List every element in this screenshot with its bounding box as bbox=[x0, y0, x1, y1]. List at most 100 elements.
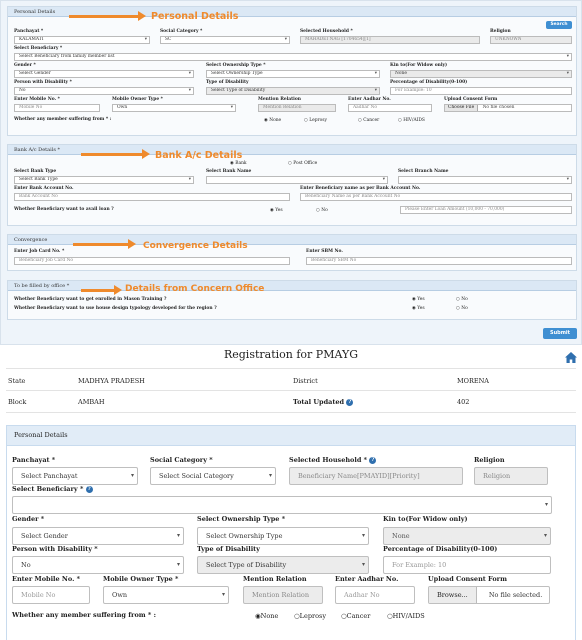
pct-disability-input[interactable]: For Example: 10 bbox=[390, 87, 572, 95]
label-house-design: Whether Beneficiary want to use house de… bbox=[14, 306, 217, 311]
choose-file-button[interactable]: Choose File bbox=[445, 105, 479, 111]
label-consent: Upload Consent Form bbox=[428, 575, 507, 583]
label-kin: Kin to(For Widow only) bbox=[383, 515, 468, 523]
radio-mason-yes[interactable]: ◉ Yes bbox=[412, 297, 425, 302]
panchayat-select[interactable]: KALAMATI bbox=[14, 36, 150, 44]
consent-file-input[interactable]: Browse... No file selected. bbox=[428, 586, 550, 604]
radio-label: Cancer bbox=[346, 612, 371, 620]
ownership-type-select[interactable]: Select Ownership Type bbox=[206, 70, 380, 78]
mobile-input[interactable]: Mobile No bbox=[14, 104, 100, 112]
type-disability-select[interactable]: Select Type of Disability bbox=[197, 556, 369, 574]
label-suffering: Whether any member suffering from * : bbox=[14, 117, 112, 122]
radio-design-no[interactable]: ○ No bbox=[456, 306, 468, 311]
radio-label: Yes bbox=[417, 297, 425, 302]
total-updated-text: Total Updated bbox=[293, 398, 345, 406]
label-consent: Upload Consent Form bbox=[444, 97, 498, 102]
label-type-disability: Type of Disability bbox=[197, 545, 260, 553]
bank-name-select[interactable] bbox=[206, 176, 388, 184]
radio-label: Cancer bbox=[363, 118, 380, 123]
personal-details-section: Personal Details Search Panchayat * Soci… bbox=[7, 6, 577, 136]
file-status: No file selected. bbox=[488, 591, 543, 599]
search-button[interactable]: Search bbox=[546, 21, 572, 29]
radio-cancer[interactable]: ○Cancer bbox=[341, 612, 370, 620]
select-beneficiary-select[interactable] bbox=[12, 496, 552, 514]
radio-label: None bbox=[260, 612, 279, 620]
info-icon[interactable]: ? bbox=[85, 485, 93, 493]
label-mobile-owner: Mobile Owner Type * bbox=[103, 575, 179, 583]
beneficiary-name-input[interactable]: Beneficiary Name as per Bank Account No bbox=[300, 193, 572, 201]
radio-label: Leprosy bbox=[299, 612, 327, 620]
radio-mason-no[interactable]: ○ No bbox=[456, 297, 468, 302]
submit-button[interactable]: Submit bbox=[543, 328, 577, 339]
social-category-select[interactable]: SC bbox=[160, 36, 290, 44]
label-selected-household: Selected Household * bbox=[300, 29, 353, 34]
loan-amount-input[interactable]: Please Enter Loan Amount (10,000 - 70,00… bbox=[400, 206, 572, 214]
info-icon[interactable]: ? bbox=[346, 398, 354, 406]
radio-loan-yes[interactable]: ◉ Yes bbox=[270, 208, 283, 213]
radio-post-office[interactable]: ○ Post Office bbox=[288, 161, 317, 166]
home-icon[interactable] bbox=[565, 352, 577, 363]
disability-select[interactable]: No bbox=[14, 87, 194, 95]
mobile-owner-select[interactable]: Own bbox=[112, 104, 236, 112]
account-no-input[interactable]: Bank Account No bbox=[14, 193, 290, 201]
ownership-type-select[interactable]: Select Ownership Type bbox=[197, 527, 369, 545]
label-disability: Person with Disability * bbox=[14, 80, 72, 85]
radio-label: HIV/AIDS bbox=[392, 612, 425, 620]
label-religion: Religion bbox=[490, 29, 511, 34]
label-mention-relation: Mention Relation bbox=[258, 97, 301, 102]
label-mobile-owner: Mobile Owner Type * bbox=[112, 97, 163, 102]
section-header: Personal Details bbox=[14, 431, 68, 439]
label-selected-household: Selected Household * ? bbox=[289, 456, 377, 464]
label-bank-type: Select Bank Type bbox=[14, 169, 57, 174]
type-disability-select[interactable]: Select Type of Disability bbox=[206, 87, 380, 95]
radio-design-yes[interactable]: ◉ Yes bbox=[412, 306, 425, 311]
radio-cancer[interactable]: ○ Cancer bbox=[358, 118, 379, 123]
radio-none[interactable]: ◉None bbox=[255, 612, 278, 620]
label-job-card: Enter Job Card No. * bbox=[14, 249, 65, 254]
radio-hiv[interactable]: ○HIV/AIDS bbox=[387, 612, 425, 620]
radio-none[interactable]: ◉ None bbox=[264, 118, 281, 123]
label-avail-loan: Whether Beneficiary want to avail loan ? bbox=[14, 207, 114, 212]
select-beneficiary-select[interactable]: Select Beneficiary from family member li… bbox=[14, 53, 572, 61]
kin-select[interactable]: None bbox=[390, 70, 572, 78]
pct-disability-input[interactable]: For Example: 10 bbox=[383, 556, 551, 574]
aadhar-input[interactable]: Aadhar No bbox=[348, 104, 432, 112]
info-icon[interactable]: ? bbox=[369, 456, 377, 464]
selected-household-field: MAHADEI NAG [1704654][1] bbox=[300, 36, 480, 44]
consent-file-input[interactable]: Choose File No file chosen bbox=[444, 104, 572, 112]
label-disability: Person with Disability * bbox=[12, 545, 98, 553]
browse-button[interactable]: Browse... bbox=[429, 587, 477, 603]
gender-select[interactable]: Select Gender bbox=[12, 527, 184, 545]
file-status: No file chosen bbox=[482, 105, 515, 110]
sbm-input[interactable]: Beneficiary SBM No bbox=[306, 257, 572, 265]
label-social-category: Social Category * bbox=[160, 29, 203, 34]
label-suffering: Whether any member suffering from * : bbox=[12, 611, 156, 619]
annotation-office: Details from Concern Office bbox=[125, 284, 265, 294]
social-category-select[interactable]: Select Social Category bbox=[150, 467, 276, 485]
total-updated-label: Total Updated ? bbox=[293, 398, 354, 406]
radio-bank[interactable]: ◉ Bank bbox=[230, 161, 247, 166]
annotation-convergence: Convergence Details bbox=[143, 241, 248, 251]
label-select-beneficiary: Select Beneficiary * bbox=[14, 46, 63, 51]
radio-hiv[interactable]: ○ HIV/AIDS bbox=[398, 118, 425, 123]
selected-household-field: Beneficiary Name[PMAYID][Priority] bbox=[289, 467, 463, 485]
aadhar-input[interactable]: Aadhar No bbox=[335, 586, 415, 604]
label-pct-disability: Percentage of Disability(0-100) bbox=[390, 80, 468, 85]
block-label: Block bbox=[8, 398, 27, 406]
label-branch-name: Select Branch Name bbox=[398, 169, 449, 174]
disability-select[interactable]: No bbox=[12, 556, 184, 574]
panchayat-select[interactable]: Select Panchayat bbox=[12, 467, 138, 485]
job-card-input[interactable]: Beneficiary Job Card No bbox=[14, 257, 290, 265]
kin-select[interactable]: None bbox=[383, 527, 551, 545]
radio-loan-no[interactable]: ○ No bbox=[316, 208, 328, 213]
branch-name-select[interactable] bbox=[398, 176, 572, 184]
bank-type-select[interactable]: Select Bank Type bbox=[14, 176, 194, 184]
radio-label: Post Office bbox=[293, 161, 318, 166]
mobile-owner-select[interactable]: Own bbox=[103, 586, 229, 604]
radio-leprosy[interactable]: ○ Leprosy bbox=[304, 118, 327, 123]
gender-select[interactable]: Select Gender bbox=[14, 70, 194, 78]
page-title: Registration for PMAYG bbox=[223, 348, 359, 361]
mobile-input[interactable]: Mobile No bbox=[12, 586, 90, 604]
radio-leprosy[interactable]: ○Leprosy bbox=[294, 612, 326, 620]
block-value: AMBAH bbox=[78, 398, 105, 406]
